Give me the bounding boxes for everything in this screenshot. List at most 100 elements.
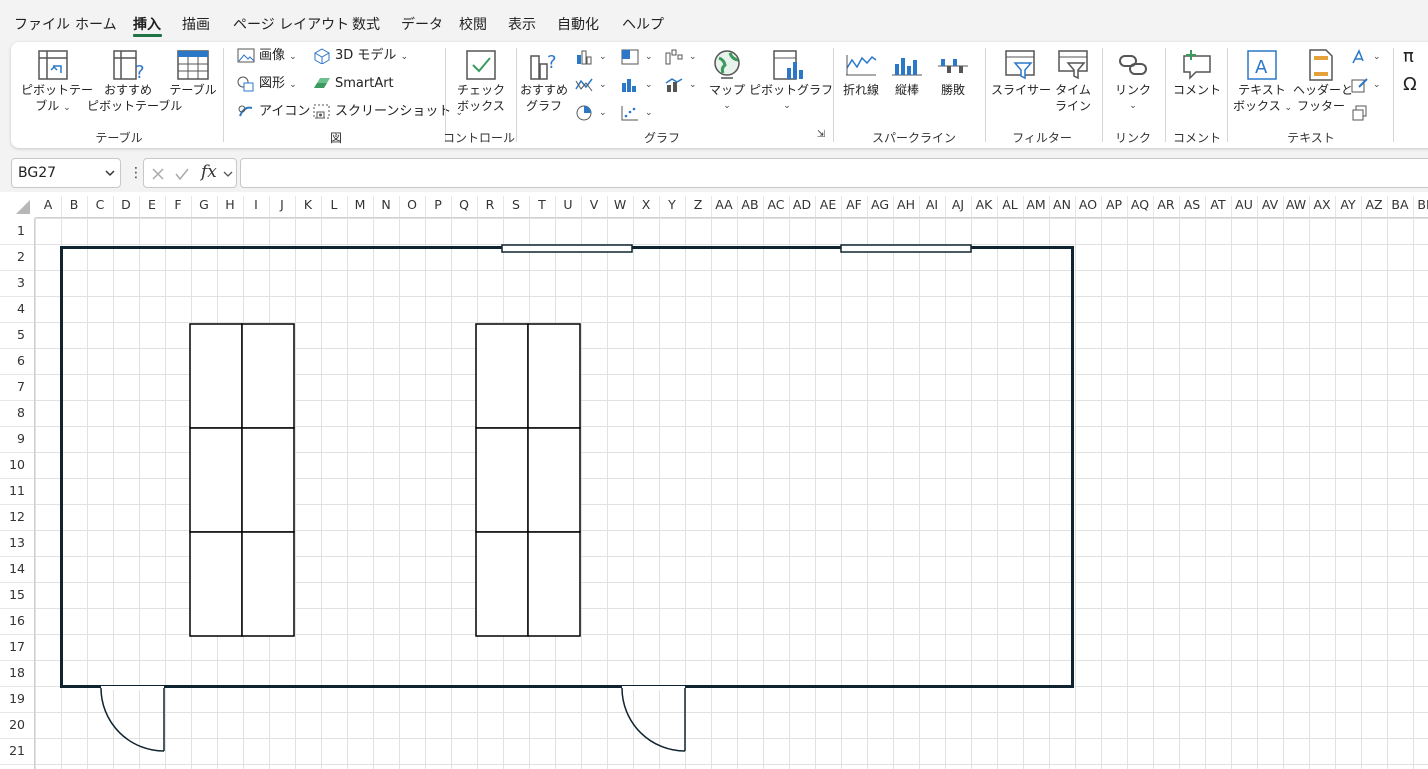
tab-insert[interactable]: 挿入	[133, 14, 161, 34]
comment-button[interactable]: コメント	[1169, 48, 1225, 98]
insert-function-button[interactable]: fx	[201, 162, 217, 182]
column-header[interactable]: AA	[715, 197, 733, 212]
row-header[interactable]: 1	[17, 223, 25, 238]
column-header[interactable]: AJ	[952, 197, 964, 212]
more-options-icon[interactable]: ⋮	[129, 165, 143, 181]
tab-automate[interactable]: 自動化	[557, 14, 599, 34]
cancel-icon[interactable]	[150, 166, 166, 182]
desk[interactable]	[241, 323, 295, 429]
desk[interactable]	[189, 427, 243, 533]
row-header[interactable]: 3	[17, 275, 25, 290]
tab-page-layout[interactable]: ページ レイアウト	[233, 14, 349, 34]
enter-icon[interactable]	[174, 166, 190, 182]
column-header[interactable]: P	[434, 197, 442, 212]
row-header[interactable]: 5	[17, 327, 25, 342]
column-header[interactable]: G	[199, 197, 209, 212]
row-header[interactable]: 9	[17, 431, 25, 446]
desk[interactable]	[527, 323, 581, 429]
column-header[interactable]: I	[254, 197, 258, 212]
column-header[interactable]: AS	[1184, 197, 1201, 212]
pivot-table-button[interactable]: ピボットテー ブル ⌄	[21, 48, 93, 116]
textbox-button[interactable]: A テキスト ボックス ⌄	[1233, 48, 1292, 116]
row-header[interactable]: 13	[9, 535, 25, 550]
row-header[interactable]: 7	[17, 379, 25, 394]
column-header[interactable]: O	[407, 197, 417, 212]
column-header[interactable]: Q	[459, 197, 469, 212]
chevron-down-icon[interactable]	[222, 168, 234, 180]
column-header[interactable]: B	[70, 197, 79, 212]
column-header[interactable]: AR	[1157, 197, 1175, 212]
column-header[interactable]: Y	[667, 197, 676, 212]
sparkline-column-button[interactable]: 縦棒	[885, 48, 929, 98]
tab-help[interactable]: ヘルプ	[622, 14, 664, 34]
name-box[interactable]: BG27	[11, 158, 121, 188]
column-header[interactable]: AO	[1079, 197, 1097, 212]
column-header[interactable]: T	[537, 197, 546, 212]
column-header[interactable]: AX	[1313, 197, 1331, 212]
column-header[interactable]: AL	[1002, 197, 1018, 212]
column-header[interactable]: K	[304, 197, 313, 212]
worksheet-grid[interactable]: A B C D E F G H I J K L M N O P Q R S T U V W X Y Z AA AB AC AD AE AF AG…	[0, 192, 1428, 769]
column-header[interactable]: AK	[976, 197, 994, 212]
column-header[interactable]: AG	[871, 197, 889, 212]
row-header[interactable]: 19	[9, 691, 25, 706]
row-header[interactable]: 10	[9, 457, 25, 472]
tab-review[interactable]: 校閲	[459, 14, 487, 34]
column-header[interactable]: C	[96, 197, 105, 212]
column-header[interactable]: N	[381, 197, 390, 212]
column-header[interactable]: U	[563, 197, 572, 212]
column-header[interactable]: AZ	[1365, 197, 1382, 212]
column-header[interactable]: L	[331, 197, 338, 212]
sparkline-winloss-button[interactable]: 勝敗	[931, 48, 975, 98]
checkbox-button[interactable]: チェック ボックス	[451, 48, 511, 114]
column-header[interactable]: BB	[1417, 197, 1428, 212]
column-header[interactable]: AQ	[1131, 197, 1149, 212]
desk[interactable]	[527, 427, 581, 533]
tab-view[interactable]: 表示	[508, 14, 536, 34]
row-header[interactable]: 8	[17, 405, 25, 420]
column-header[interactable]: AI	[926, 197, 938, 212]
row-header[interactable]: 21	[9, 743, 25, 758]
column-header[interactable]: R	[486, 197, 495, 212]
pivot-chart-button[interactable]: ピボットグラフ ⌄	[749, 48, 833, 114]
column-header[interactable]: H	[225, 197, 234, 212]
column-header[interactable]: Z	[694, 197, 703, 212]
header-footer-button[interactable]: ヘッダーと フッター	[1293, 48, 1353, 114]
desk-group-1[interactable]	[189, 323, 295, 637]
tab-draw[interactable]: 描画	[182, 14, 210, 34]
window-2[interactable]	[840, 244, 972, 253]
row-header[interactable]: 17	[9, 639, 25, 654]
tab-data[interactable]: データ	[401, 14, 443, 34]
column-header[interactable]: AH	[897, 197, 915, 212]
window-1[interactable]	[501, 244, 633, 253]
column-header[interactable]: AF	[846, 197, 862, 212]
column-header[interactable]: AM	[1026, 197, 1045, 212]
desk-group-2[interactable]	[475, 323, 581, 637]
column-header[interactable]: AE	[820, 197, 837, 212]
desk[interactable]	[241, 531, 295, 637]
desk[interactable]	[527, 531, 581, 637]
row-header[interactable]: 15	[9, 587, 25, 602]
column-header[interactable]: E	[148, 197, 156, 212]
symbol-icon[interactable]: Ω	[1403, 74, 1417, 96]
desk[interactable]	[475, 427, 529, 533]
column-header[interactable]: V	[590, 197, 599, 212]
desk[interactable]	[475, 531, 529, 637]
maps-button[interactable]: マップ ⌄	[707, 48, 747, 114]
desk[interactable]	[241, 427, 295, 533]
timeline-button[interactable]: タイム ライン	[1051, 48, 1095, 114]
recommended-charts-button[interactable]: ? おすすめ グラフ	[519, 48, 569, 114]
column-header[interactable]: M	[355, 197, 366, 212]
worksheet-canvas[interactable]: A B C D E F G H I J K L M N O P Q R S T U V W X Y Z AA AB AC AD AE AF AG…	[0, 192, 1428, 769]
slicer-button[interactable]: スライサー	[991, 48, 1051, 98]
formula-input[interactable]	[240, 158, 1428, 188]
column-header[interactable]: AP	[1106, 197, 1123, 212]
table-button[interactable]: テーブル	[169, 48, 217, 98]
charts-dialog-launcher-icon[interactable]: ⇲	[815, 129, 827, 140]
column-headers[interactable]: A B C D E F G H I J K L M N O P Q R S T U V W X Y Z AA AB AC AD AE AF AG…	[0, 192, 1428, 218]
row-header[interactable]: 2	[17, 249, 25, 264]
sparkline-line-button[interactable]: 折れ線	[839, 48, 883, 98]
column-header[interactable]: W	[614, 197, 626, 212]
row-header[interactable]: 18	[9, 665, 25, 680]
door-2[interactable]	[621, 686, 686, 752]
